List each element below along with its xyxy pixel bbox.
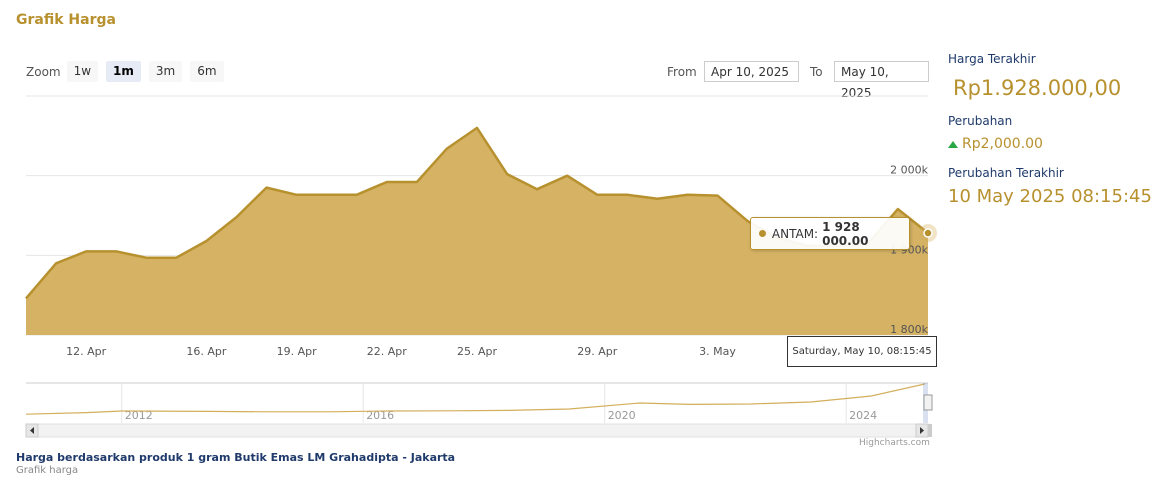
credits-link[interactable]: Highcharts.com — [859, 438, 930, 448]
change-value: Rp2,000.00 — [962, 136, 1043, 152]
x-tick-label: 25. Apr — [457, 345, 497, 358]
navigator-year-label: 2020 — [608, 409, 636, 422]
last-change-label: Perubahan Terakhir — [948, 166, 1064, 180]
x-tick-label: 29. Apr — [577, 345, 617, 358]
x-tick-label: 16. Apr — [186, 345, 226, 358]
change-label: Perubahan — [948, 114, 1013, 128]
change-row: Rp2,000.00 — [948, 136, 1153, 152]
chart-subcaption: Grafik harga — [16, 465, 79, 476]
x-tick-label: 3. May — [699, 345, 736, 358]
y-tick-label: 1 800k — [890, 323, 928, 336]
hover-point — [923, 228, 933, 238]
x-tick-label: 12. Apr — [66, 345, 106, 358]
series-dot-icon — [759, 230, 766, 237]
last-change-time: 10 May 2025 08:15:45 — [948, 186, 1152, 207]
last-price-value: Rp1.928.000,00 — [953, 76, 1122, 100]
last-price-label: Harga Terakhir — [948, 52, 1036, 66]
x-tick-label: 19. Apr — [277, 345, 317, 358]
crosshair-date-label: Saturday, May 10, 08:15:45 — [787, 336, 937, 367]
navigator-series — [25, 383, 925, 415]
price-summary-panel: Harga Terakhir Rp1.928.000,00 Perubahan … — [948, 52, 1153, 207]
scrollbar-track[interactable] — [25, 423, 929, 438]
tooltip-series-label: ANTAM: — [771, 226, 819, 241]
arrow-up-icon — [948, 140, 958, 148]
y-tick-label: 2 000k — [890, 164, 928, 177]
chart-caption: Harga berdasarkan produk 1 gram Butik Em… — [16, 451, 456, 464]
x-tick-label: 22. Apr — [367, 345, 407, 358]
navigator-year-label: 2024 — [849, 409, 877, 422]
price-tooltip: ANTAM: 1 928 000.00 — [750, 217, 910, 250]
navigator-handle[interactable] — [923, 394, 933, 411]
tooltip-value: 1 928 000.00 — [822, 219, 869, 248]
